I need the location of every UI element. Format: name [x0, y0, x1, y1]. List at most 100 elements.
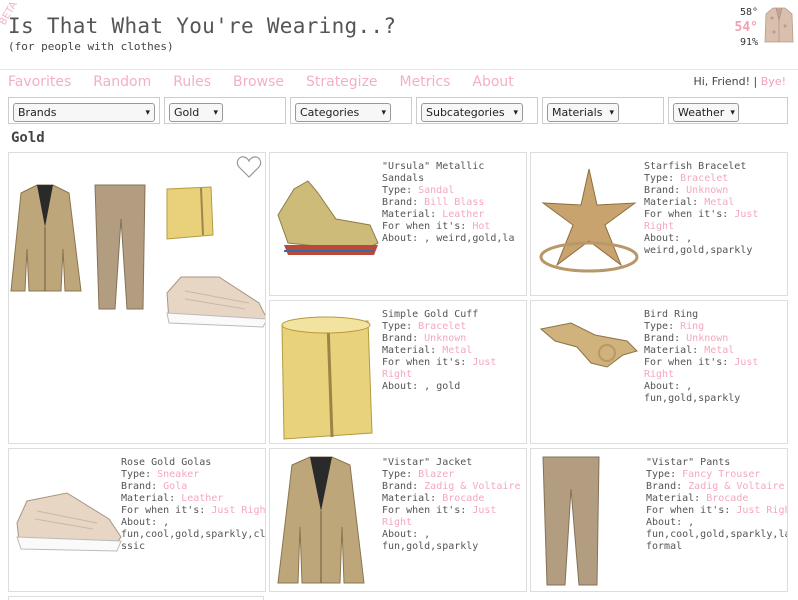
when-label: For when it's:	[644, 357, 735, 368]
material-label: Material:	[382, 209, 443, 220]
color-select[interactable]: Gold ▾	[169, 103, 223, 122]
item-card-ursula-sandals[interactable]: "Ursula" Metallic Sandals Type: Sandal B…	[269, 152, 527, 296]
type-label: Type:	[382, 185, 419, 196]
item-material-link[interactable]: Metal	[442, 345, 472, 356]
materials-filter-box: Materials ▾	[542, 97, 664, 124]
item-info: Starfish Bracelet Type: Bracelet Brand: …	[644, 161, 787, 257]
material-label: Material:	[644, 345, 705, 356]
item-info: "Ursula" Metallic Sandals Type: Sandal B…	[382, 161, 526, 245]
item-card-bird-ring[interactable]: Bird Ring Type: Ring Brand: Unknown Mate…	[530, 300, 788, 444]
item-type-link[interactable]: Bracelet	[680, 173, 728, 184]
item-card-starfish-bracelet[interactable]: Starfish Bracelet Type: Bracelet Brand: …	[530, 152, 788, 296]
item-brand-link[interactable]: Gola	[163, 481, 187, 492]
site-header: BETA Is That What You're Wearing..? (for…	[0, 0, 798, 70]
sneaker-image	[16, 492, 122, 552]
about-label: About:	[382, 381, 425, 392]
type-label: Type:	[121, 469, 158, 480]
materials-select-value: Materials	[552, 106, 603, 119]
item-brand-link[interactable]: Unknown	[424, 333, 466, 344]
item-about: , weird,gold,la	[424, 233, 515, 244]
item-about: , gold	[424, 381, 461, 392]
item-weather-link[interactable]: Just Right	[736, 505, 787, 516]
item-card-rose-gold-golas[interactable]: Rose Gold Golas Type: Sneaker Brand: Gol…	[8, 448, 266, 592]
brands-select-value: Brands	[18, 106, 57, 119]
brand-label: Brand:	[121, 481, 164, 492]
chevron-down-icon: ▾	[145, 107, 150, 118]
categories-select[interactable]: Categories ▾	[295, 103, 391, 122]
item-type-link[interactable]: Sneaker	[157, 469, 199, 480]
greeting-separator: |	[753, 75, 758, 88]
weather-high: 58°	[739, 7, 758, 18]
item-info: Simple Gold Cuff Type: Bracelet Brand: U…	[382, 309, 526, 393]
subcategories-select[interactable]: Subcategories ▾	[421, 103, 523, 122]
item-name: "Ursula" Metallic Sandals	[382, 161, 491, 184]
site-title[interactable]: Is That What You're Wearing..?	[8, 14, 396, 38]
brand-label: Brand:	[382, 197, 425, 208]
filter-bar: Brands ▾ Gold ▾ Categories ▾ Subcategories ▾…	[8, 97, 794, 125]
subcategories-filter-box: Subcategories ▾	[416, 97, 538, 124]
about-label: About:	[382, 529, 425, 540]
item-material-link[interactable]: Metal	[704, 345, 734, 356]
gold-cuff-image	[281, 316, 373, 440]
item-type-link[interactable]: Blazer	[418, 469, 454, 480]
when-label: For when it's:	[121, 505, 212, 516]
item-card-simple-gold-cuff[interactable]: Simple Gold Cuff Type: Bracelet Brand: U…	[269, 300, 527, 444]
item-material-link[interactable]: Leather	[442, 209, 484, 220]
weather-current-temp: 54°	[734, 20, 758, 35]
nav-strategize[interactable]: Strategize	[306, 74, 378, 90]
suggested-jacket-icon[interactable]	[764, 6, 794, 44]
brand-label: Brand:	[382, 481, 425, 492]
material-label: Material:	[644, 197, 705, 208]
nav-favorites[interactable]: Favorites	[8, 74, 71, 90]
item-brand-link[interactable]: Zadig & Voltaire	[688, 481, 784, 492]
when-label: For when it's:	[646, 505, 737, 516]
nav-rules[interactable]: Rules	[173, 74, 211, 90]
nav-metrics[interactable]: Metrics	[400, 74, 451, 90]
type-label: Type:	[382, 321, 419, 332]
item-card-vistar-pants[interactable]: "Vistar" Pants Type: Fancy Trouser Brand…	[530, 448, 788, 592]
item-info: Bird Ring Type: Ring Brand: Unknown Mate…	[644, 309, 787, 405]
nav-about[interactable]: About	[472, 74, 513, 90]
weather-select[interactable]: Weather ▾	[673, 103, 739, 122]
chevron-down-icon: ▾	[381, 107, 386, 118]
about-label: About:	[121, 517, 164, 528]
brands-select[interactable]: Brands ▾	[13, 103, 155, 122]
brand-label: Brand:	[644, 333, 687, 344]
item-name: "Vistar" Jacket	[382, 457, 473, 468]
item-type-link[interactable]: Fancy Trouser	[682, 469, 760, 480]
site-subtitle: (for people with clothes)	[8, 40, 174, 53]
item-weather-link[interactable]: Hot	[472, 221, 490, 232]
greeting-text: Hi, Friend!	[693, 75, 751, 88]
item-material-link[interactable]: Leather	[181, 493, 223, 504]
starfish-bracelet-image	[539, 168, 639, 273]
nav-browse[interactable]: Browse	[233, 74, 284, 90]
weather-select-value: Weather	[678, 106, 725, 119]
item-type-link[interactable]: Bracelet	[418, 321, 466, 332]
item-name: Simple Gold Cuff	[382, 309, 479, 320]
item-material-link[interactable]: Brocade	[706, 493, 748, 504]
color-select-value: Gold	[174, 106, 200, 119]
materials-select[interactable]: Materials ▾	[547, 103, 619, 122]
item-type-link[interactable]: Sandal	[418, 185, 454, 196]
item-brand-link[interactable]: Zadig & Voltaire	[424, 481, 520, 492]
item-type-link[interactable]: Ring	[680, 321, 704, 332]
logout-link[interactable]: Bye!	[761, 75, 786, 88]
item-brand-link[interactable]: Unknown	[686, 185, 728, 196]
type-label: Type:	[382, 469, 419, 480]
type-label: Type:	[644, 321, 681, 332]
item-card-vistar-jacket[interactable]: "Vistar" Jacket Type: Blazer Brand: Zadi…	[269, 448, 527, 592]
outfit-card[interactable]	[8, 152, 266, 444]
material-label: Material:	[382, 345, 443, 356]
nav-random[interactable]: Random	[93, 74, 151, 90]
item-brand-link[interactable]: Bill Blass	[424, 197, 484, 208]
item-brand-link[interactable]: Unknown	[686, 333, 728, 344]
categories-filter-box: Categories ▾	[290, 97, 412, 124]
item-weather-link[interactable]: Just Right	[211, 505, 265, 516]
color-filter-box: Gold ▾	[164, 97, 286, 124]
bird-ring-image	[539, 322, 638, 368]
sandal-image	[277, 180, 379, 255]
item-material-link[interactable]: Metal	[704, 197, 734, 208]
item-material-link[interactable]: Brocade	[442, 493, 484, 504]
outfit-images	[10, 184, 265, 328]
type-label: Type:	[646, 469, 683, 480]
